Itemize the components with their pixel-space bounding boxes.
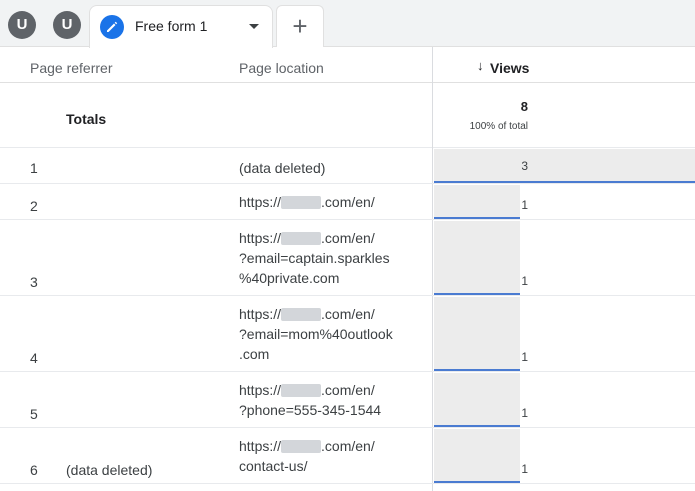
totals-views-value: 8 <box>520 99 528 114</box>
row-number: 5 <box>30 406 38 422</box>
sort-descending-icon[interactable]: ↓ <box>477 58 484 73</box>
views-value: 1 <box>521 198 528 212</box>
page-location-value: https://.com/en/?email=mom%40outlook .com <box>239 306 393 362</box>
page-location-value: (data deleted) <box>239 160 326 176</box>
totals-label: Totals <box>66 111 107 127</box>
table-row[interactable]: 2 https://.com/en/1 <box>0 184 695 220</box>
views-value: 1 <box>521 274 528 288</box>
redacted-block <box>281 440 322 453</box>
table-row[interactable]: 6 (data deleted) https://.com/en/contact-u… <box>0 428 695 484</box>
views-value: 1 <box>521 462 528 476</box>
page-location-value: https://.com/en/contact-us/ <box>239 438 375 474</box>
tab-label: Free form 1 <box>135 18 208 34</box>
tab-bar: U U Free form 1 + <box>0 0 695 48</box>
table-row[interactable]: 5 https://.com/en/?phone=555-345-1544 1 <box>0 372 695 428</box>
row-number: 2 <box>30 198 38 214</box>
page-location-value: https://.com/en/?phone=555-345-1544 <box>239 382 382 418</box>
row-number: 4 <box>30 350 38 366</box>
add-tab-button[interactable]: + <box>276 5 324 47</box>
row-number: 3 <box>30 274 38 290</box>
pencil-icon <box>100 15 124 39</box>
page-location-value: https://.com/en/ <box>239 194 375 210</box>
row-number: 6 <box>30 462 38 478</box>
avatar[interactable]: U <box>53 11 81 39</box>
avatar-initial: U <box>16 16 28 33</box>
avatar[interactable]: U <box>8 11 36 39</box>
page-referrer-value: (data deleted) <box>66 462 153 478</box>
table-row[interactable]: 4 https://.com/en/?email=mom%40outlook .co… <box>0 296 695 372</box>
row-number: 1 <box>30 160 38 176</box>
column-header-views[interactable]: Views <box>490 60 529 76</box>
views-value: 3 <box>521 159 528 173</box>
redacted-block <box>281 232 322 245</box>
table-header: Page referrer Page location <box>0 47 695 83</box>
views-value: 1 <box>521 406 528 420</box>
redacted-block <box>281 196 322 209</box>
table-row[interactable]: 1 (data deleted) 3 <box>0 148 695 184</box>
chevron-down-icon[interactable] <box>249 24 259 29</box>
column-header-page-location[interactable]: Page location <box>239 60 324 76</box>
page-location-value: https://.com/en/?email=captain.sparkles%… <box>239 230 390 286</box>
avatar-initial: U <box>61 16 73 33</box>
redacted-block <box>281 308 322 321</box>
column-header-page-referrer[interactable]: Page referrer <box>30 60 112 76</box>
views-bar <box>434 149 695 183</box>
redacted-block <box>281 384 322 397</box>
totals-percent-of-total: 100% of total <box>469 121 528 132</box>
tab-free-form-1[interactable]: Free form 1 <box>89 5 273 48</box>
views-value: 1 <box>521 350 528 364</box>
table-row[interactable]: 3 https://.com/en/?email=captain.sparkles… <box>0 220 695 296</box>
